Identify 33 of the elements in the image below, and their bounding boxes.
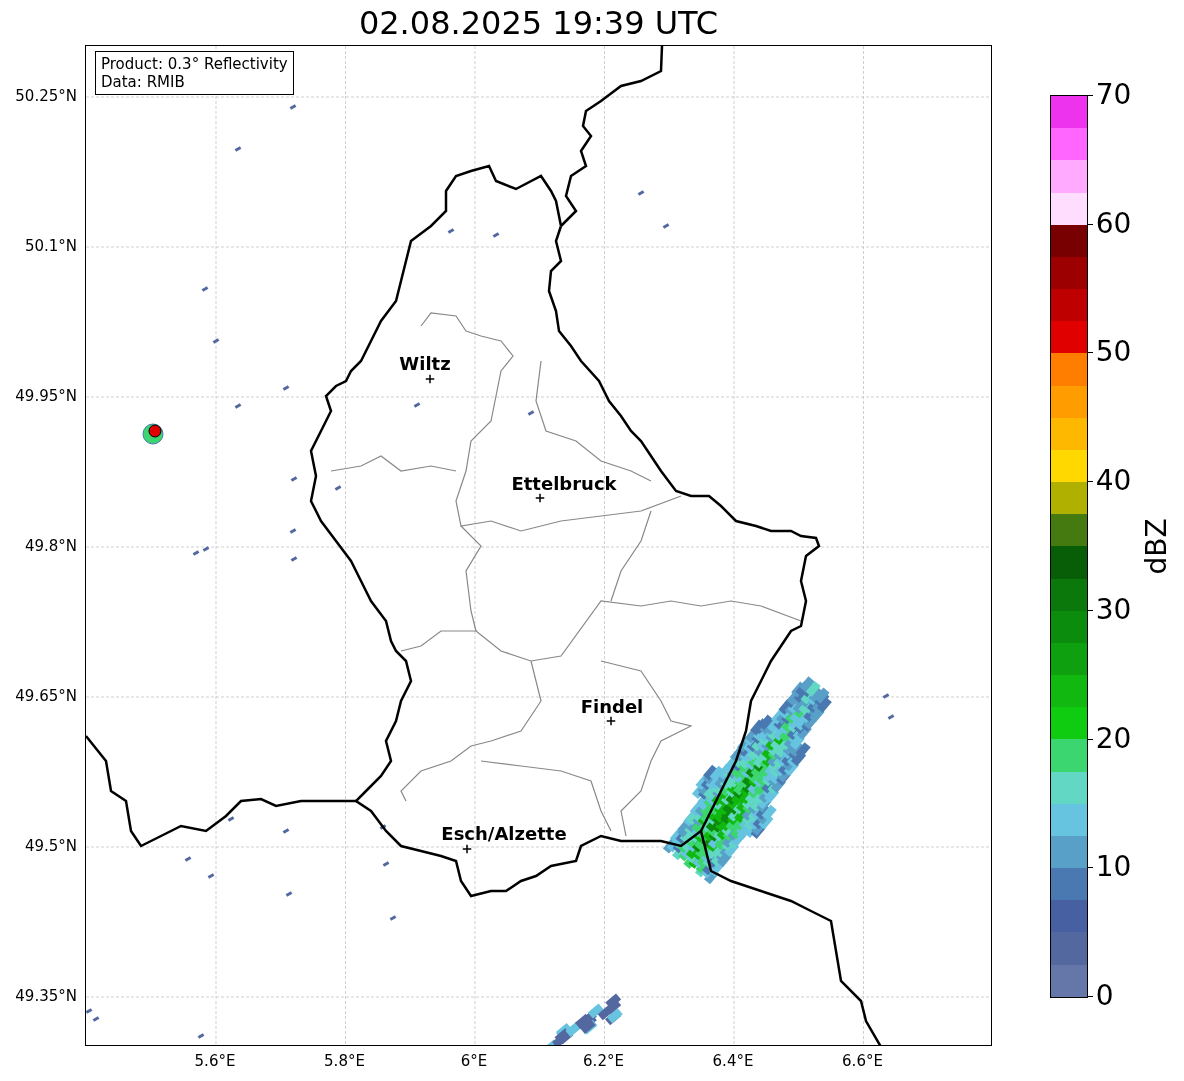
city-label: Ettelbruck	[511, 472, 617, 494]
latitude-label: 50.25°N	[15, 87, 77, 105]
longitude-label: 6.2°E	[583, 1052, 624, 1070]
latitude-label: 49.65°N	[15, 687, 77, 705]
city-label: Wiltz	[399, 352, 451, 374]
cross-icon	[535, 493, 545, 503]
longitude-label: 6.4°E	[712, 1052, 754, 1070]
cross-icon	[462, 844, 472, 854]
latitude-label: 49.95°N	[15, 387, 77, 405]
cross-icon	[425, 374, 435, 384]
info-text: Product: 0.3° Reflectivity	[101, 55, 288, 73]
colorbar-tick-label: 70	[1095, 81, 1132, 109]
colorbar-tick-label: 0	[1095, 982, 1114, 1010]
colorbar-tick-label: 60	[1095, 209, 1132, 238]
latitude-label: 50.1°N	[24, 237, 77, 255]
latitude-label: 49.8°N	[24, 537, 77, 555]
info-text: Data: RMIB	[101, 73, 186, 91]
colorbar-tick-label: 20	[1095, 724, 1132, 753]
colorbar-tick-label: 50	[1095, 338, 1132, 367]
chart-title: 02.08.2025 19:39 UTC	[358, 6, 719, 39]
latitude-label: 49.35°N	[15, 987, 77, 1005]
colorbar-label: dBZ	[1139, 518, 1173, 575]
city-label: Findel	[580, 695, 644, 717]
longitude-label: 6.6°E	[842, 1052, 883, 1070]
longitude-label: 6°E	[460, 1052, 488, 1070]
longitude-label: 5.8°E	[324, 1052, 365, 1070]
colorbar-tick-label: 10	[1095, 853, 1132, 882]
city-label: Esch/Alzette	[441, 822, 567, 844]
cross-icon	[606, 716, 616, 726]
latitude-label: 49.5°N	[24, 837, 77, 855]
colorbar-tick-label: 30	[1095, 595, 1132, 624]
colorbar-tick-label: 40	[1095, 467, 1132, 496]
longitude-label: 5.6°E	[194, 1052, 236, 1070]
